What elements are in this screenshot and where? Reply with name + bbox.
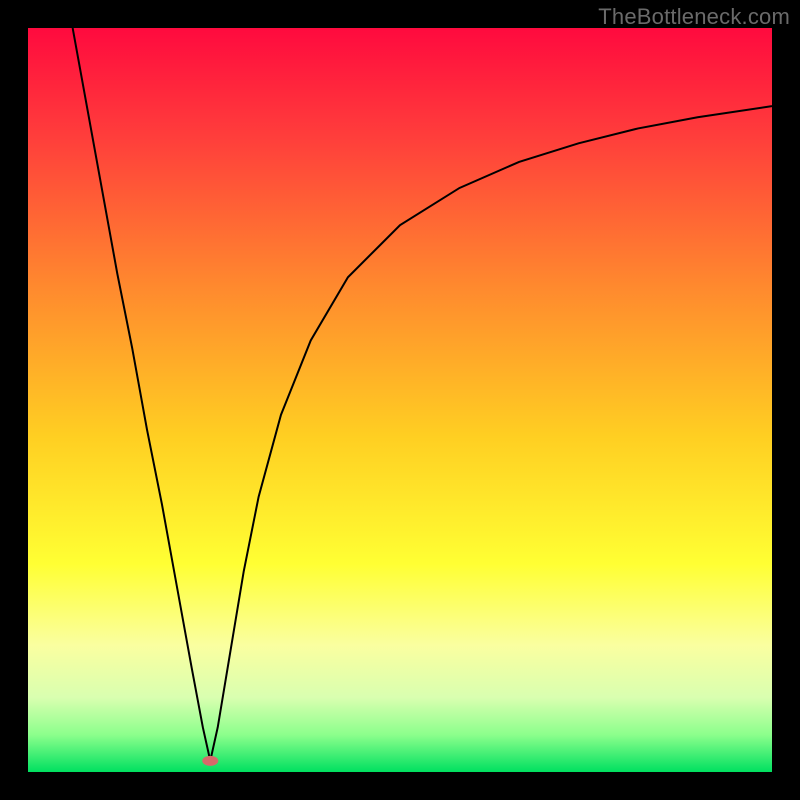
chart-background xyxy=(28,28,772,772)
chart-svg xyxy=(28,28,772,772)
watermark-label: TheBottleneck.com xyxy=(598,4,790,30)
chart-frame xyxy=(28,28,772,772)
chart-marker xyxy=(202,756,218,766)
